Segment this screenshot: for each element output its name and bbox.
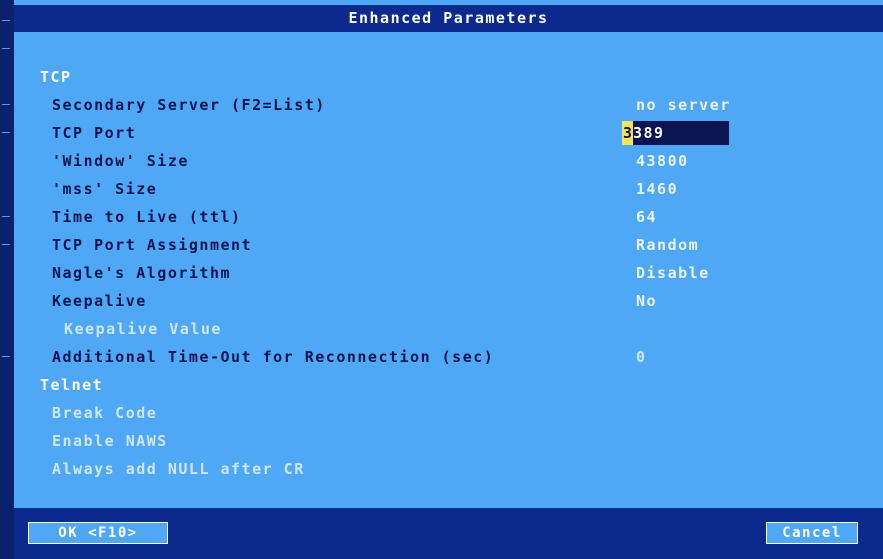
port-assignment-label: TCP Port Assignment (52, 236, 253, 254)
ok-button[interactable]: OK <F10> (28, 522, 168, 544)
enhanced-parameters-dialog: Enhanced Parameters TCP Secondary Server… (14, 0, 883, 559)
section-telnet: Telnet (40, 376, 104, 394)
keepalive-value[interactable]: No (636, 290, 657, 312)
window-size-value[interactable]: 43800 (636, 150, 689, 172)
strip-tick (2, 244, 10, 245)
null-after-cr-label: Always add NULL after CR (52, 460, 305, 478)
reconnect-timeout-label: Additional Time-Out for Reconnection (se… (52, 348, 495, 366)
section-tcp: TCP (40, 68, 72, 86)
reconnect-timeout-value[interactable]: 0 (636, 346, 647, 368)
port-assignment-value[interactable]: Random (636, 234, 699, 256)
break-code-label: Break Code (52, 404, 158, 422)
enable-naws-label: Enable NAWS (52, 432, 168, 450)
mss-size-label: 'mss' Size (52, 180, 158, 198)
ttl-value[interactable]: 64 (636, 206, 657, 228)
secondary-server-value[interactable]: no server (636, 94, 731, 116)
secondary-server-label: Secondary Server (F2=List) (52, 96, 326, 114)
window-size-label: 'Window' Size (52, 152, 189, 170)
tcp-port-value: 389 (633, 124, 665, 142)
tcp-port-label: TCP Port (52, 124, 137, 142)
keepalive-label: Keepalive (52, 292, 147, 310)
strip-tick (2, 132, 10, 133)
dialog-title: Enhanced Parameters (14, 5, 883, 32)
left-edge-strip (0, 0, 14, 559)
strip-tick (2, 48, 10, 49)
nagle-value[interactable]: Disable (636, 262, 710, 284)
tcp-port-input[interactable]: 3389 (622, 121, 729, 145)
cancel-button[interactable]: Cancel (766, 522, 858, 544)
text-cursor: 3 (622, 121, 633, 145)
mss-size-value[interactable]: 1460 (636, 178, 678, 200)
strip-tick (2, 356, 10, 357)
ttl-label: Time to Live (ttl) (52, 208, 242, 226)
strip-tick (2, 20, 10, 21)
strip-tick (2, 104, 10, 105)
nagle-label: Nagle's Algorithm (52, 264, 232, 282)
keepalive-value-label: Keepalive Value (64, 320, 222, 338)
strip-tick (2, 216, 10, 217)
